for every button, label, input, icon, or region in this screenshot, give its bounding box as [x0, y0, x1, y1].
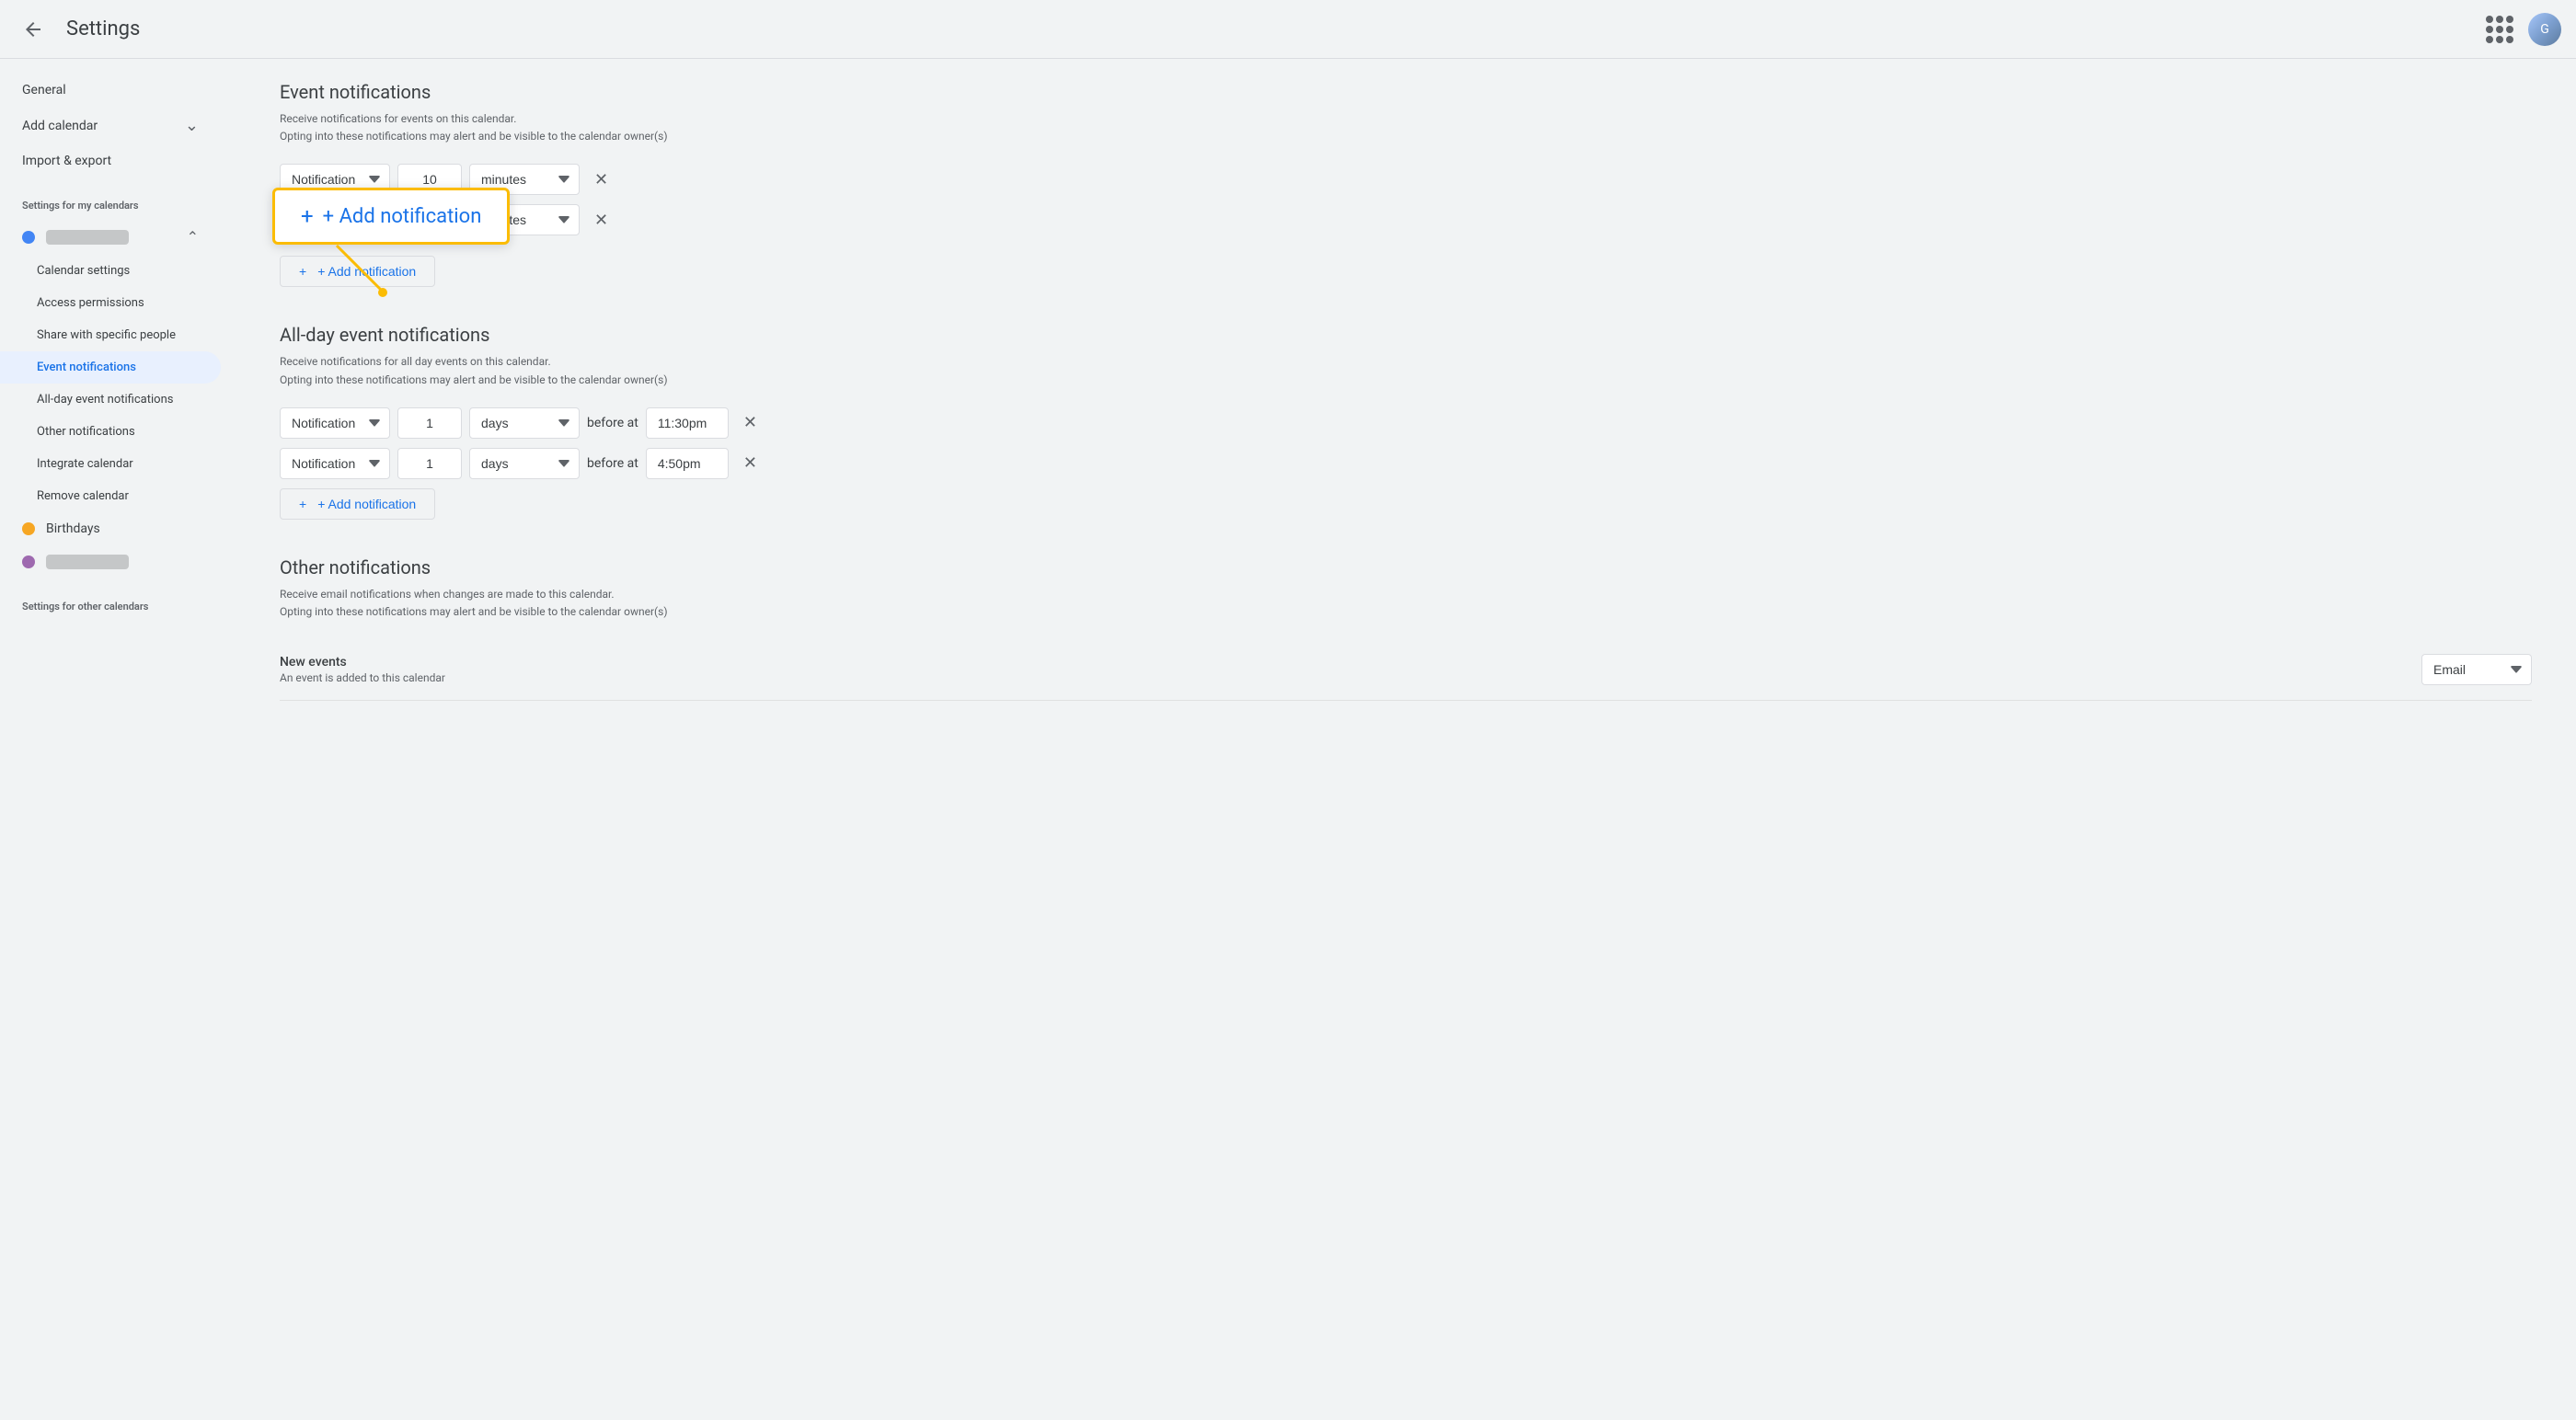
- event-notif-unit-select-2[interactable]: minutes hours days weeks: [469, 204, 580, 235]
- apps-grid-icon: [2486, 16, 2513, 43]
- sidebar-item-access-permissions[interactable]: Access permissions: [0, 287, 221, 319]
- other-notifications-desc: Receive email notifications when changes…: [280, 586, 2532, 621]
- sidebar: General Add calendar ⌄ Import & export S…: [0, 59, 236, 1420]
- allday-notifications-desc: Receive notifications for all day events…: [280, 353, 2532, 388]
- birthdays-color-dot: [22, 522, 35, 535]
- avatar[interactable]: G: [2528, 13, 2561, 46]
- chevron-up-icon: ⌃: [187, 228, 199, 246]
- add-event-notification-button[interactable]: + + Add notification: [280, 256, 435, 287]
- event-notif-row-1: Notification Email minutes hours days we…: [280, 164, 2532, 195]
- other-notif-label: New events An event is added to this cal…: [280, 655, 2421, 684]
- other-notif-email-select[interactable]: Email None: [2421, 654, 2532, 685]
- sidebar-item-general[interactable]: General: [0, 74, 221, 107]
- other-notif-desc: An event is added to this calendar: [280, 671, 2421, 684]
- sidebar-item-other-calendar[interactable]: [0, 545, 221, 578]
- allday-notif-value-1[interactable]: [397, 407, 462, 439]
- allday-notifications-title: All-day event notifications: [280, 324, 2532, 346]
- event-notif-value-2[interactable]: [397, 204, 462, 235]
- sidebar-item-import-export[interactable]: Import & export: [0, 144, 221, 178]
- allday-notif-row-2: Notification Email days hours minutes we…: [280, 448, 2532, 479]
- sidebar-item-birthdays[interactable]: Birthdays: [0, 512, 221, 545]
- main-content: Event notifications Receive notification…: [236, 59, 2576, 1420]
- sidebar-item-my-calendar[interactable]: ⌃: [0, 219, 221, 255]
- apps-button[interactable]: [2478, 8, 2521, 51]
- event-notif-remove-2[interactable]: ✕: [587, 207, 615, 234]
- header-right: G: [2478, 8, 2561, 51]
- event-notif-row-2: Notification Email minutes hours days we…: [280, 204, 2532, 235]
- other-notif-new-events-row: New events An event is added to this cal…: [280, 639, 2532, 701]
- allday-notif-unit-select-1[interactable]: days hours minutes weeks: [469, 407, 580, 439]
- top-header: Settings G: [0, 0, 2576, 59]
- sidebar-item-add-calendar[interactable]: Add calendar ⌄: [0, 107, 221, 144]
- my-calendars-section-title: Settings for my calendars: [0, 192, 236, 215]
- other-calendars-section-title: Settings for other calendars: [0, 593, 236, 616]
- allday-notifications-section: All-day event notifications Receive noti…: [280, 324, 2532, 519]
- sidebar-item-remove-calendar[interactable]: Remove calendar: [0, 480, 221, 512]
- other-calendar-name-blurred: [46, 555, 129, 569]
- plus-icon: +: [299, 264, 306, 279]
- allday-notif-row-1: Notification Email days hours minutes we…: [280, 407, 2532, 439]
- page-title: Settings: [66, 17, 2478, 40]
- allday-notif-value-2[interactable]: [397, 448, 462, 479]
- add-notif-container: + + Add notification + + Add notificatio…: [280, 252, 435, 287]
- sidebar-item-integrate-calendar[interactable]: Integrate calendar: [0, 448, 221, 480]
- sidebar-item-other-notifications[interactable]: Other notifications: [0, 416, 221, 448]
- event-notif-type-select-1[interactable]: Notification Email: [280, 164, 390, 195]
- allday-before-at-1: before at: [587, 416, 638, 430]
- event-notif-remove-1[interactable]: ✕: [587, 166, 615, 193]
- allday-notif-unit-select-2[interactable]: days hours minutes weeks: [469, 448, 580, 479]
- plus-icon-allday: +: [299, 497, 306, 511]
- event-notifications-desc: Receive notifications for events on this…: [280, 110, 2532, 145]
- sidebar-item-event-notifications[interactable]: Event notifications: [0, 351, 221, 384]
- other-notif-title: New events: [280, 655, 2421, 670]
- sidebar-item-calendar-settings[interactable]: Calendar settings: [0, 255, 221, 287]
- main-layout: General Add calendar ⌄ Import & export S…: [0, 59, 2576, 1420]
- other-calendar-color-dot: [22, 555, 35, 568]
- calendar-color-dot: [22, 231, 35, 244]
- allday-notif-remove-2[interactable]: ✕: [736, 450, 765, 476]
- sidebar-item-share-specific-people[interactable]: Share with specific people: [0, 319, 221, 351]
- allday-notif-type-select-1[interactable]: Notification Email: [280, 407, 390, 439]
- chevron-down-icon: ⌄: [185, 116, 199, 135]
- event-notifications-section: Event notifications Receive notification…: [280, 81, 2532, 287]
- allday-notif-time-2[interactable]: [646, 448, 729, 479]
- event-notifications-title: Event notifications: [280, 81, 2532, 103]
- allday-notif-type-select-2[interactable]: Notification Email: [280, 448, 390, 479]
- other-notifications-section: Other notifications Receive email notifi…: [280, 556, 2532, 701]
- back-button[interactable]: [15, 11, 52, 48]
- allday-notif-remove-1[interactable]: ✕: [736, 409, 765, 436]
- allday-before-at-2: before at: [587, 456, 638, 471]
- other-notifications-title: Other notifications: [280, 556, 2532, 578]
- calendar-name-blurred: [46, 230, 129, 245]
- event-notif-unit-select-1[interactable]: minutes hours days weeks: [469, 164, 580, 195]
- add-allday-notification-button[interactable]: + + Add notification: [280, 488, 435, 520]
- event-notif-type-select-2[interactable]: Notification Email: [280, 204, 390, 235]
- sidebar-item-allday-event-notifications[interactable]: All-day event notifications: [0, 384, 221, 416]
- event-notif-value-1[interactable]: [397, 164, 462, 195]
- allday-notif-time-1[interactable]: [646, 407, 729, 439]
